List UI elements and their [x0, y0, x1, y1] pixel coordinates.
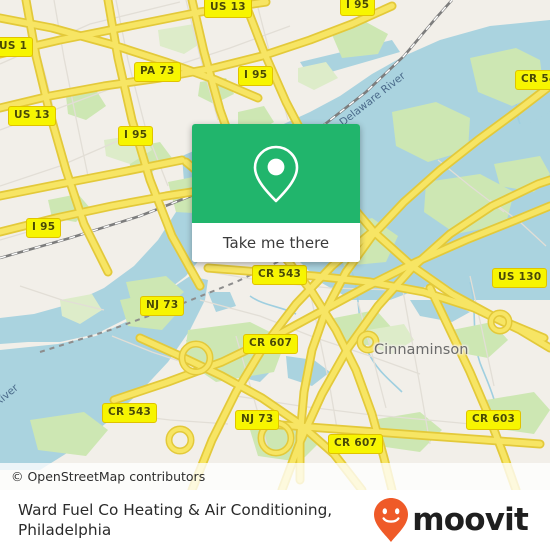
road-shield: US 130: [492, 268, 548, 288]
moovit-wordmark: moovit: [412, 502, 529, 538]
road-shield: CR 543: [252, 265, 308, 285]
popup-header: [192, 124, 360, 223]
moovit-pin-smiley-icon: [374, 498, 409, 542]
map-canvas[interactable]: US 13 I 95 US 1 PA 73 I 95 CR 543 US 13 I 95 I 9…: [0, 0, 550, 490]
road-shield: NJ 73: [140, 296, 185, 316]
popup-action-row[interactable]: Take me there: [192, 223, 360, 262]
road-shield: I 95: [26, 218, 62, 238]
road-shield: US 13: [204, 0, 252, 18]
road-shield: I 95: [118, 126, 154, 146]
road-shield: CR 543: [102, 403, 158, 423]
moovit-map-page: US 13 I 95 US 1 PA 73 I 95 CR 543 US 13 I 95 I 9…: [0, 0, 550, 550]
road-shield: US 1: [0, 37, 34, 57]
road-shield: CR 603: [466, 410, 522, 430]
road-shield: US 13: [8, 106, 56, 126]
location-pin-icon: [253, 145, 299, 202]
take-me-there-popup[interactable]: Take me there: [192, 124, 360, 262]
road-shield: PA 73: [134, 62, 181, 82]
take-me-there-label: Take me there: [222, 233, 330, 252]
moovit-logo[interactable]: moovit: [372, 497, 529, 543]
map-attribution-bar: © OpenStreetMap contributors: [0, 463, 550, 490]
road-shield: CR 607: [328, 434, 384, 454]
place-title: Ward Fuel Co Heating & Air Conditioning,…: [18, 501, 333, 539]
road-shield: I 95: [238, 66, 274, 86]
bottom-info-bar: Ward Fuel Co Heating & Air Conditioning,…: [0, 490, 550, 550]
place-label: Cinnaminson: [374, 342, 469, 358]
road-shield: CR 607: [243, 334, 299, 354]
road-shield: NJ 73: [235, 410, 280, 430]
road-shield: I 95: [340, 0, 376, 16]
road-shield: CR 543: [515, 70, 550, 90]
attribution-text[interactable]: © OpenStreetMap contributors: [11, 469, 205, 484]
